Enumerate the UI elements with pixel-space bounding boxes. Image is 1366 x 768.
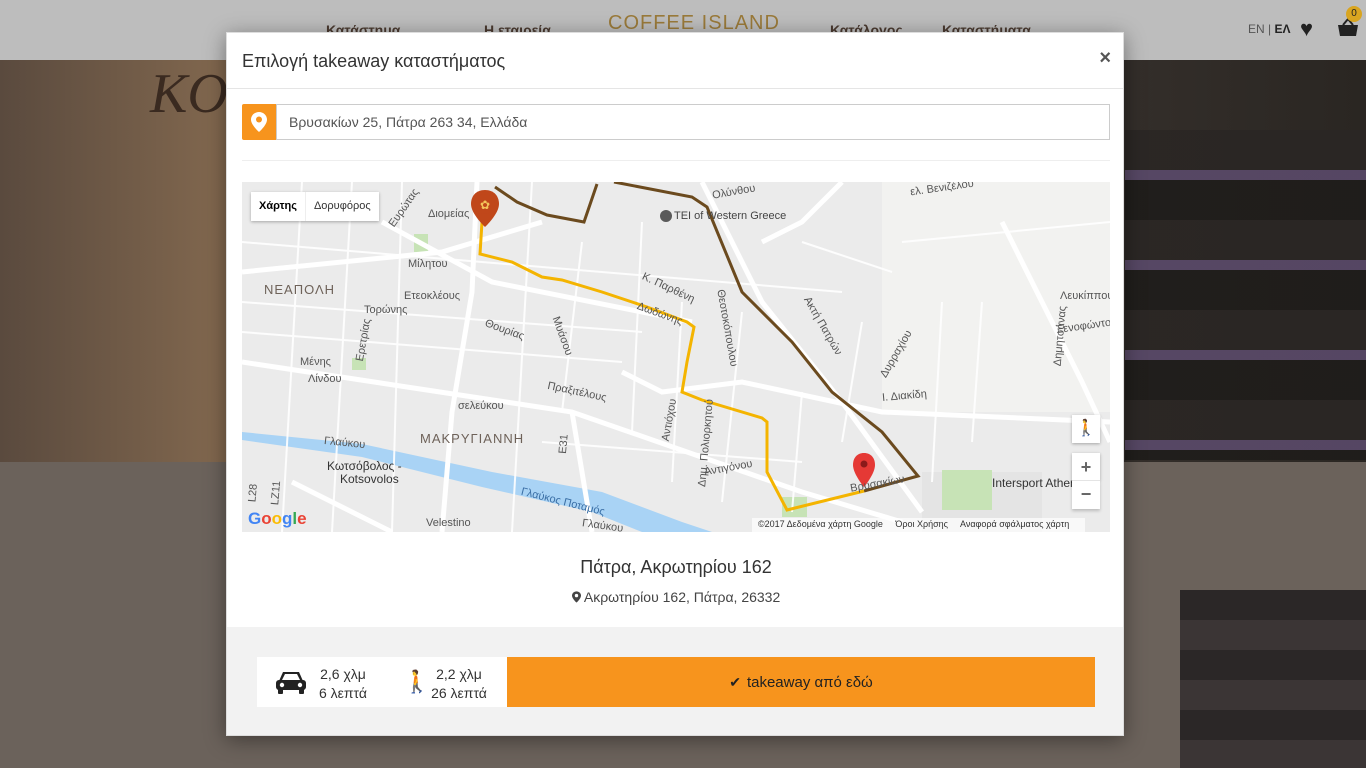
map-label-intersport: Intersport Athens [992, 476, 1083, 490]
map-label-leukippou: Λευκίππου [1060, 290, 1110, 302]
car-distance: 2,6 χλμ [320, 666, 366, 682]
car-icon [276, 672, 306, 694]
lang-el[interactable]: ΕΛ [1274, 22, 1290, 36]
check-icon: ✔ [729, 673, 741, 690]
google-logo[interactable]: Google [248, 509, 307, 529]
lang-en[interactable]: EN [1248, 22, 1265, 36]
map-type-satellite-button[interactable]: Δορυφόρος [306, 192, 379, 221]
map-label-menis: Μένης [300, 356, 331, 368]
zoom-in-button[interactable]: + [1072, 453, 1100, 481]
modal-title: Επιλογή takeaway καταστήματος [242, 51, 506, 71]
address-input[interactable] [276, 104, 1110, 140]
takeaway-button-label: takeaway από εδώ [746, 673, 873, 691]
walk-info: 2,2 χλμ 26 λεπτά [427, 665, 491, 703]
hero-sign: KO [150, 63, 228, 125]
map-label-e31: E31 [556, 433, 571, 455]
map-label-makrygianni: ΜΑΚΡΥΓΙΑΝΝΗ [420, 431, 525, 446]
cart-count-badge: 0 [1346, 6, 1362, 22]
store-address: Ακρωτηρίου 162, Πάτρα, 26332 [227, 589, 1125, 605]
map-label-kotsovolos-2: Kotsovolos [340, 472, 399, 486]
car-time: 6 λεπτά [318, 685, 367, 701]
hero-boxes [1180, 590, 1366, 768]
travel-info: 2,6 χλμ 6 λεπτά 🚶 2,2 χλμ 26 λεπτά [257, 657, 507, 707]
location-pin-icon [571, 589, 584, 605]
zoom-out-button[interactable]: − [1072, 481, 1100, 509]
route-map[interactable]: ✿ ΝΕΑΠΟΛΗ ΜΑΚΡΥΓΙΑΝΝΗ TEI of Western Gre… [242, 182, 1110, 532]
map-label-eteokleous: Ετεοκλέους [404, 290, 461, 302]
university-icon [660, 210, 672, 222]
map-label-lindou: Λίνδου [308, 373, 342, 385]
walk-time: 26 λεπτά [431, 685, 487, 701]
map-marker-icon [242, 104, 276, 140]
map-label-toronis: Τορώνης [364, 304, 408, 316]
map-label-tei: TEI of Western Greece [674, 210, 787, 222]
map-label-kotsovolos: Κωτσόβολος - [327, 459, 402, 473]
close-button[interactable]: × [1099, 47, 1111, 70]
heart-icon[interactable]: ♥ [1300, 16, 1313, 42]
store-name: Πάτρα, Ακρωτηρίου 162 [580, 557, 772, 577]
takeaway-store-modal: Επιλογή takeaway καταστήματος × Βρυσακίω… [226, 32, 1124, 736]
store-address-text: Ακρωτηρίου 162, Πάτρα, 26332 [583, 589, 781, 605]
walk-distance: 2,2 χλμ [436, 666, 482, 682]
map-label-seleukou: σελεύκου [458, 400, 504, 412]
map-terms-link[interactable]: Όροι Χρήσης [895, 519, 948, 529]
hero-shelves [1125, 130, 1366, 460]
map-type-map-button[interactable]: Χάρτης [251, 192, 306, 221]
map-label-diomeias: Διομείας [428, 208, 470, 220]
map-type-control: Χάρτης Δορυφόρος [251, 192, 379, 221]
map-label-velestinou: Velestino [426, 517, 471, 529]
pegman-icon[interactable]: 🚶 [1072, 415, 1100, 443]
map-report-link[interactable]: Αναφορά σφάλματος χάρτη [960, 519, 1069, 529]
map-label-miltou: Μίλητου [408, 258, 448, 270]
map-label-l28: L28 [246, 483, 260, 503]
takeaway-from-here-button[interactable]: ✔ takeaway από εδώ [507, 657, 1095, 707]
map-copyright: ©2017 Δεδομένα χάρτη Google [758, 519, 883, 529]
modal-header: Επιλογή takeaway καταστήματος × [227, 33, 1123, 89]
map-label-neapoli: ΝΕΑΠΟΛΗ [264, 282, 336, 297]
divider [242, 160, 1110, 161]
address-row [242, 104, 1110, 140]
language-switch[interactable]: EN | ΕΛ [1248, 22, 1290, 36]
modal-footer: 2,6 χλμ 6 λεπτά 🚶 2,2 χλμ 26 λεπτά ✔ tak… [227, 627, 1123, 735]
map-attribution: ©2017 Δεδομένα χάρτη Google Όροι Χρήσης … [752, 518, 1086, 532]
svg-text:✿: ✿ [480, 198, 490, 212]
map-label-lz11: LZ11 [269, 480, 284, 506]
car-info: 2,6 χλμ 6 λεπτά [317, 665, 369, 703]
